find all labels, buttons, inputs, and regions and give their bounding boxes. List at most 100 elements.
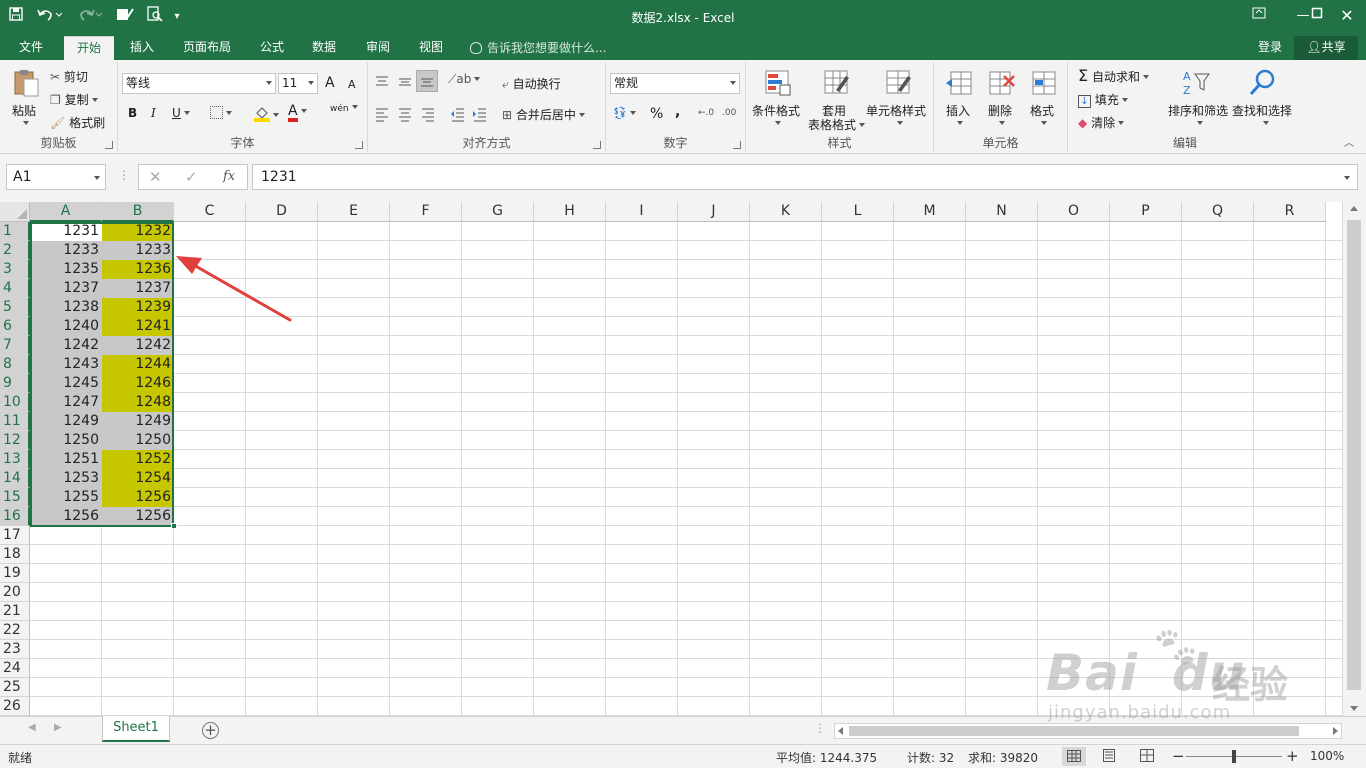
horizontal-scroll-thumb[interactable] bbox=[849, 726, 1299, 736]
share-button[interactable]: 👤︎共享 bbox=[1294, 36, 1358, 60]
scroll-left-arrow-icon[interactable] bbox=[838, 727, 843, 735]
merge-center-button[interactable]: ⊞ 合并后居中 bbox=[502, 106, 585, 123]
row-header-25[interactable]: 25 bbox=[0, 678, 30, 697]
row-header-8[interactable]: 8 bbox=[0, 355, 30, 374]
font-size-select[interactable]: 11 bbox=[278, 73, 318, 94]
row-header-2[interactable]: 2 bbox=[0, 241, 30, 260]
zoom-out-icon[interactable]: − bbox=[1172, 747, 1185, 765]
cell-a7[interactable]: 1242 bbox=[30, 336, 102, 355]
cell-b7[interactable]: 1242 bbox=[102, 336, 174, 355]
row-header-6[interactable]: 6 bbox=[0, 317, 30, 336]
cell-b2[interactable]: 1233 bbox=[102, 241, 174, 260]
ribbon-display-options-icon[interactable] bbox=[1244, 4, 1274, 28]
formula-bar-grip-icon[interactable]: ⋮ bbox=[118, 168, 130, 182]
zoom-slider-thumb[interactable] bbox=[1232, 750, 1236, 763]
column-header-p[interactable]: P bbox=[1110, 202, 1182, 222]
sign-in-link[interactable]: 登录 bbox=[1250, 36, 1290, 60]
font-name-select[interactable]: 等线 bbox=[122, 73, 276, 94]
row-header-18[interactable]: 18 bbox=[0, 545, 30, 564]
tab-home[interactable]: 开始 bbox=[64, 36, 114, 60]
cell-a8[interactable]: 1243 bbox=[30, 355, 102, 374]
formula-input[interactable]: 1231 bbox=[252, 164, 1358, 190]
row-header-21[interactable]: 21 bbox=[0, 602, 30, 621]
column-header-l[interactable]: L bbox=[822, 202, 894, 222]
align-middle-icon[interactable] bbox=[397, 74, 413, 90]
format-as-table-button[interactable]: 套用 表格格式 bbox=[808, 66, 868, 132]
row-header-20[interactable]: 20 bbox=[0, 583, 30, 602]
delete-cells-button[interactable]: 删除 bbox=[984, 66, 1020, 132]
fill-button[interactable]: ↓ 填充 bbox=[1078, 91, 1128, 108]
dialog-launcher-icon[interactable] bbox=[593, 141, 601, 149]
next-sheet-icon[interactable]: ▶ bbox=[54, 722, 62, 733]
column-header-f[interactable]: F bbox=[390, 202, 462, 222]
row-header-13[interactable]: 13 bbox=[0, 450, 30, 469]
cell-b12[interactable]: 1250 bbox=[102, 431, 174, 450]
tab-split-grip-icon[interactable]: ⋮ bbox=[814, 721, 826, 735]
column-header-c[interactable]: C bbox=[174, 202, 246, 222]
normal-view-icon[interactable] bbox=[1062, 747, 1086, 766]
cell-b3[interactable]: 1236 bbox=[102, 260, 174, 279]
tab-view[interactable]: 视图 bbox=[410, 36, 452, 60]
format-cells-button[interactable]: 格式 bbox=[1026, 66, 1062, 132]
row-header-7[interactable]: 7 bbox=[0, 336, 30, 355]
sort-filter-button[interactable]: AZ 排序和筛选 bbox=[1166, 66, 1230, 132]
shrink-font-button[interactable]: A bbox=[348, 78, 356, 91]
page-layout-view-icon[interactable] bbox=[1102, 749, 1116, 765]
cell-b14[interactable]: 1254 bbox=[102, 469, 174, 488]
tab-formulas[interactable]: 公式 bbox=[252, 36, 292, 60]
scroll-up-arrow-icon[interactable] bbox=[1350, 206, 1358, 211]
borders-button[interactable] bbox=[210, 106, 232, 120]
cell-b4[interactable]: 1237 bbox=[102, 279, 174, 298]
cell-b9[interactable]: 1246 bbox=[102, 374, 174, 393]
row-header-5[interactable]: 5 bbox=[0, 298, 30, 317]
cell-b16[interactable]: 1256 bbox=[102, 507, 174, 526]
orientation-button[interactable]: ⟋ab bbox=[448, 72, 481, 87]
comma-button[interactable]: , bbox=[675, 104, 680, 120]
row-header-11[interactable]: 11 bbox=[0, 412, 30, 431]
scroll-down-arrow-icon[interactable] bbox=[1350, 706, 1358, 711]
cell-b5[interactable]: 1239 bbox=[102, 298, 174, 317]
cell-a15[interactable]: 1255 bbox=[30, 488, 102, 507]
collapse-ribbon-icon[interactable]: ︿ bbox=[1344, 134, 1354, 149]
paste-button[interactable]: 粘贴 bbox=[8, 66, 44, 130]
scroll-right-arrow-icon[interactable] bbox=[1333, 727, 1338, 735]
conditional-formatting-button[interactable]: 条件格式 bbox=[750, 66, 806, 132]
cell-a11[interactable]: 1249 bbox=[30, 412, 102, 431]
cell-a9[interactable]: 1245 bbox=[30, 374, 102, 393]
align-left-icon[interactable] bbox=[374, 106, 390, 122]
tab-page-layout[interactable]: 页面布局 bbox=[172, 36, 242, 60]
zoom-in-icon[interactable]: + bbox=[1286, 747, 1299, 765]
dialog-launcher-icon[interactable] bbox=[105, 141, 113, 149]
cell-b15[interactable]: 1256 bbox=[102, 488, 174, 507]
close-icon[interactable]: ✕ bbox=[1332, 4, 1362, 28]
add-sheet-button[interactable]: + bbox=[202, 722, 219, 739]
row-header-15[interactable]: 15 bbox=[0, 488, 30, 507]
cell-b8[interactable]: 1244 bbox=[102, 355, 174, 374]
column-header-r[interactable]: R bbox=[1254, 202, 1326, 222]
row-header-14[interactable]: 14 bbox=[0, 469, 30, 488]
tab-data[interactable]: 数据 bbox=[304, 36, 344, 60]
vertical-scroll-thumb[interactable] bbox=[1347, 220, 1361, 690]
phonetic-button[interactable]: wén bbox=[330, 104, 358, 114]
align-center-icon[interactable] bbox=[397, 106, 413, 122]
grow-font-button[interactable]: A bbox=[325, 75, 335, 91]
column-header-g[interactable]: G bbox=[462, 202, 534, 222]
row-header-12[interactable]: 12 bbox=[0, 431, 30, 450]
italic-button[interactable]: I bbox=[151, 106, 156, 120]
dialog-launcher-icon[interactable] bbox=[355, 141, 363, 149]
cell-a14[interactable]: 1253 bbox=[30, 469, 102, 488]
percent-button[interactable]: % bbox=[650, 106, 663, 122]
cell-b11[interactable]: 1249 bbox=[102, 412, 174, 431]
row-header-10[interactable]: 10 bbox=[0, 393, 30, 412]
number-format-select[interactable]: 常规 bbox=[610, 73, 740, 94]
name-box[interactable]: A1 bbox=[6, 164, 106, 190]
dialog-launcher-icon[interactable] bbox=[733, 141, 741, 149]
column-header-j[interactable]: J bbox=[678, 202, 750, 222]
clear-button[interactable]: ◆ 清除 bbox=[1078, 114, 1125, 131]
name-box-dropdown-icon[interactable] bbox=[94, 176, 100, 180]
column-header-b[interactable]: B bbox=[102, 202, 174, 222]
row-header-4[interactable]: 4 bbox=[0, 279, 30, 298]
cancel-entry-icon[interactable]: ✕ bbox=[149, 168, 162, 186]
column-header-k[interactable]: K bbox=[750, 202, 822, 222]
insert-cells-button[interactable]: 插入 bbox=[942, 66, 978, 132]
